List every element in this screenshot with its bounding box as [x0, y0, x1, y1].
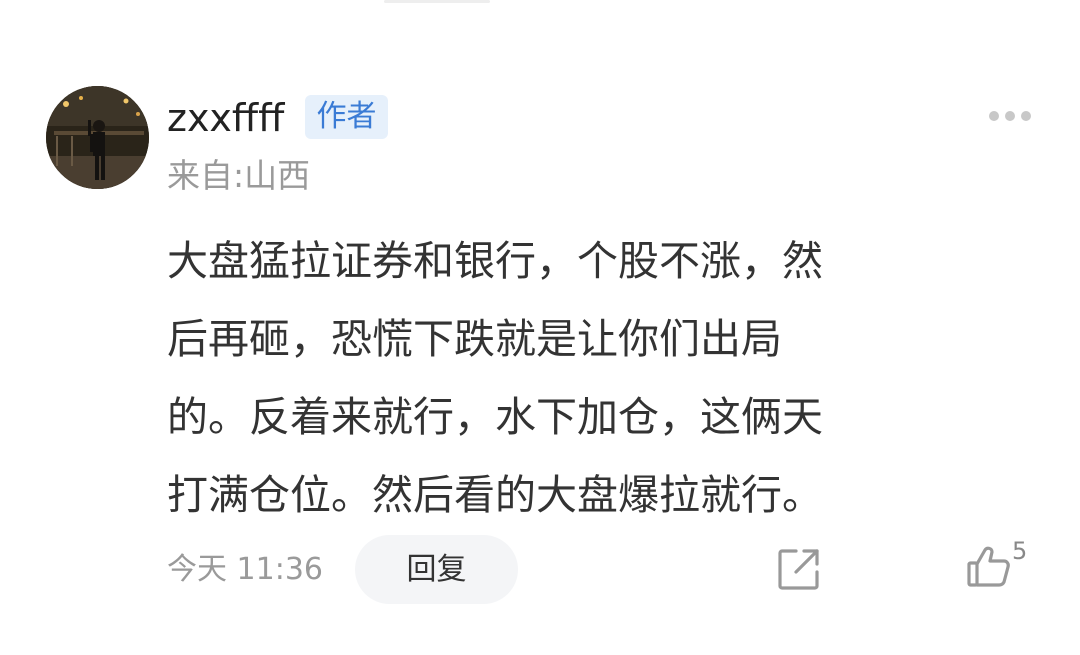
like-count: 5: [1012, 537, 1028, 565]
dot: [1021, 111, 1031, 121]
comment-body: 大盘猛拉证券和银行，个股不涨，然 后再砸，恐慌下跌就是让你们出局 的。反着来就行…: [167, 222, 1017, 534]
drag-handle: [384, 0, 490, 3]
dot: [989, 111, 999, 121]
author-badge: 作者: [305, 95, 388, 139]
like-button[interactable]: 5: [962, 538, 1032, 594]
more-dots-icon[interactable]: [985, 106, 1035, 126]
share-icon[interactable]: [776, 546, 822, 592]
comment-line: 打满仓位。然后看的大盘爆拉就行。: [167, 471, 823, 519]
comment-line: 后再砸，恐慌下跌就是让你们出局: [167, 315, 782, 363]
avatar-image: [46, 86, 149, 189]
dot: [1005, 111, 1015, 121]
comment-line: 的。反着来就行，水下加仓，这俩天: [167, 393, 823, 441]
username[interactable]: zxxffff: [167, 95, 284, 141]
comment-line: 大盘猛拉证券和银行，个股不涨，然: [167, 237, 823, 285]
comment-card: zxxffff 作者 来自:山西 大盘猛拉证券和银行，个股不涨，然 后再砸，恐慌…: [0, 0, 1080, 655]
reply-button[interactable]: 回复: [355, 535, 518, 604]
location-label: 来自:山西: [167, 156, 311, 195]
timestamp: 今天 11:36: [167, 552, 323, 587]
thumbs-up-icon: [966, 544, 1012, 590]
avatar[interactable]: [46, 86, 149, 189]
